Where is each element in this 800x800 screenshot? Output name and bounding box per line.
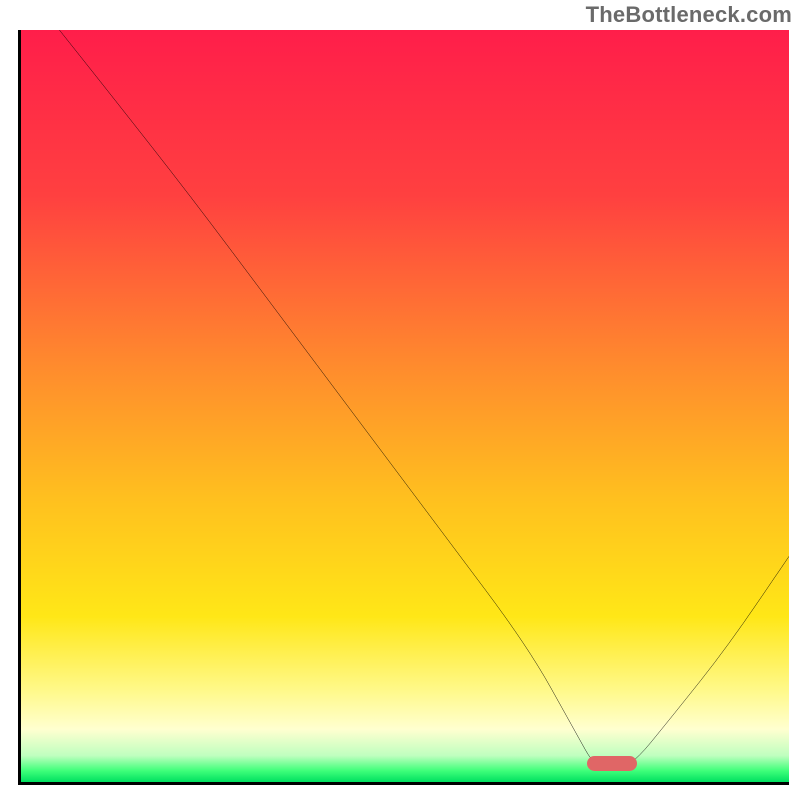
watermark-text: TheBottleneck.com: [586, 2, 792, 28]
chart-container: TheBottleneck.com: [0, 0, 800, 800]
curve-layer: [21, 30, 789, 782]
recommended-marker: [587, 756, 637, 771]
bottleneck-curve: [59, 30, 789, 771]
plot-area: [18, 30, 789, 785]
